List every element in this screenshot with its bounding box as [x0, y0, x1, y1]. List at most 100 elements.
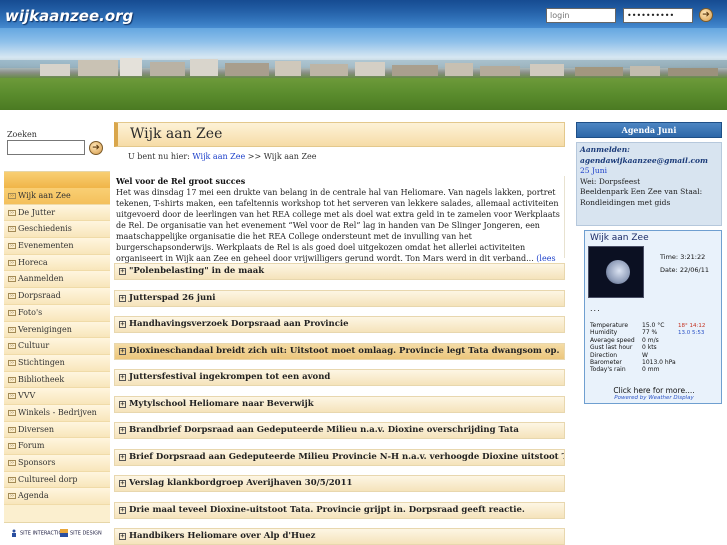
agenda-date: 25 Juni [580, 166, 607, 175]
sidebar-item[interactable]: ›› Stichtingen [4, 354, 110, 372]
sidebar-item-label: Foto's [18, 307, 43, 317]
expand-plus-icon[interactable]: + [119, 533, 126, 540]
news-item-title: Drie maal teveel Dioxine-uitstoot Tata. … [129, 504, 525, 515]
sidebar-item[interactable]: ›› Foto's [4, 304, 110, 322]
sidebar-item[interactable]: ›› Bibliotheek [4, 371, 110, 389]
search-label: Zoeken [7, 130, 37, 139]
nav-header [4, 172, 110, 188]
sidebar-item[interactable]: ›› Aanmelden [4, 271, 110, 289]
weather-value: 0 kts [642, 344, 657, 352]
featured-article: Wel voor de Rel groot succes Het was din… [116, 176, 565, 274]
site-logo[interactable]: wijkaanzee.org [5, 7, 133, 25]
sidebar-item[interactable]: ›› Dorpsraad [4, 288, 110, 305]
search-input[interactable] [7, 140, 85, 155]
password-input[interactable] [623, 8, 693, 23]
login-go-button[interactable]: ➔ [699, 8, 713, 22]
expand-plus-icon[interactable]: + [119, 268, 126, 275]
news-item[interactable]: + Jutterspad 26 juni [114, 289, 565, 307]
sidebar-item[interactable]: ›› Geschiedenis [4, 221, 110, 239]
news-item[interactable]: + Handbikers Heliomare over Alp d'Huez [114, 528, 565, 545]
weather-ellipsis: ... [590, 304, 601, 313]
expand-plus-icon[interactable]: + [119, 374, 126, 381]
news-item[interactable]: + Verslag klankbordgroep Averijhaven 30/5… [114, 475, 565, 492]
sidebar-item[interactable]: ›› Diversen [4, 421, 110, 439]
sidebar-item[interactable]: ›› Cultuur [4, 338, 110, 355]
figure-icon [12, 529, 16, 537]
news-item[interactable]: + Juttersfestival ingekrompen tot een avo… [114, 369, 565, 386]
weather-more-link[interactable]: Click here for more.... [585, 386, 723, 395]
breadcrumb-current: Wijk aan Zee [263, 152, 317, 161]
weather-widget[interactable]: Wijk aan Zee Time: 3:21:22 Date: 22/06/1… [584, 230, 722, 404]
weather-label: Barometer [590, 358, 622, 366]
weather-label: Today's rain [590, 366, 626, 374]
expand-plus-icon[interactable]: + [119, 427, 126, 434]
news-item[interactable]: + Handhavingsverzoek Dorpsraad aan Provin… [114, 316, 565, 333]
news-item-title: Mytylschool Heliomare naar Beverwijk [129, 398, 314, 409]
news-item[interactable]: + Mytylschool Heliomare naar Beverwijk [114, 395, 565, 413]
news-item-title: Verslag klankbordgroep Averijhaven 30/5/… [129, 478, 353, 488]
weather-value: 77 % [642, 329, 658, 337]
expand-plus-icon[interactable]: + [119, 506, 126, 514]
login-input[interactable] [546, 8, 616, 23]
moon-phase-image [588, 246, 644, 298]
sidebar-item[interactable]: ›› Agenda [4, 488, 110, 506]
news-item[interactable]: + Drie maal teveel Dioxine-uitstoot Tata.… [114, 501, 565, 519]
sidebar-item[interactable]: ›› Forum [4, 438, 110, 455]
sidebar-item[interactable]: ›› Cultureel dorp [4, 471, 110, 489]
sidebar-item[interactable]: ›› Wijk aan Zee [4, 188, 110, 205]
weather-row: Average speed 0 m/s [590, 337, 718, 344]
bullet-icon: ›› [8, 409, 16, 416]
agenda-email[interactable]: agendawijkaanzee@gmail.com [580, 156, 718, 167]
site-interaction-logo[interactable]: SITE INTERACTION [10, 529, 66, 537]
news-item[interactable]: + Brief Dorpsraad aan Gedeputeerde Milieu… [114, 448, 565, 466]
site-design-logo[interactable]: SITE DESIGN [60, 529, 102, 537]
sidebar-item-label: Verenigingen [18, 324, 72, 334]
sidebar-item-label: Dorpsraad [18, 291, 61, 301]
sidebar-item-label: Diversen [18, 424, 55, 434]
sidebar-item[interactable]: ›› Verenigingen [4, 321, 110, 339]
bullet-icon: ›› [8, 460, 16, 466]
weather-table: Temperature 15.0 °C 18° 14:12 Humidity 77 % 1… [590, 322, 718, 374]
news-item[interactable]: + Brandbrief Dorpsraad aan Gedeputeerde M… [114, 422, 565, 439]
news-item-title: Handhavingsverzoek Dorpsraad aan Provinc… [129, 319, 349, 329]
expand-plus-icon[interactable]: + [119, 400, 126, 408]
page-title-bar: Wijk aan Zee [114, 122, 565, 147]
sidebar-item[interactable]: ›› Winkels - Bedrijven [4, 404, 110, 422]
weather-time: Time: 3:21:22 [660, 253, 706, 261]
bullet-icon: ›› [8, 343, 16, 350]
expand-plus-icon[interactable]: + [119, 321, 126, 328]
news-item[interactable]: + Dioxineschandaal breidt zich uit: Uitst… [114, 342, 565, 360]
bullet-icon: ›› [8, 359, 16, 366]
expand-plus-icon[interactable]: + [119, 294, 126, 302]
weather-label: Gust last hour [590, 344, 633, 352]
sidebar-item-label: Horeca [18, 257, 48, 267]
news-item[interactable]: + "Polenbelasting" in de maak [114, 263, 565, 280]
sidebar-item[interactable]: ›› Horeca [4, 254, 110, 272]
expand-plus-icon[interactable]: + [119, 480, 126, 487]
right-sidebar: Agenda Juni Aanmelden: agendawijkaanzee@… [573, 120, 727, 545]
agenda-line: Rondleidingen met gids [580, 197, 671, 207]
expand-plus-icon[interactable]: + [119, 453, 126, 461]
sidebar-item[interactable]: ›› Sponsors [4, 455, 110, 472]
moon-icon [606, 260, 630, 284]
left-sidebar: Zoeken ➔ ›› Wijk aan Zee ›› De Jutter ›› Gesc… [4, 122, 110, 545]
breadcrumb-link[interactable]: Wijk aan Zee [192, 152, 245, 161]
sidebar-item[interactable]: ›› De Jutter [4, 204, 110, 222]
search-go-button[interactable]: ➔ [89, 141, 103, 155]
sidebar-item-label: Wijk aan Zee [18, 191, 71, 200]
sidebar-item-label: Sponsors [18, 458, 56, 467]
sidebar-item[interactable]: ›› VVV [4, 388, 110, 405]
news-item-title: Jutterspad 26 juni [129, 292, 216, 303]
sidebar-item[interactable]: ›› Evenementen [4, 238, 110, 255]
weather-row: Gust last hour 0 kts [590, 344, 718, 351]
sidebar-item-label: Bibliotheek [18, 374, 65, 384]
expand-plus-icon[interactable]: + [119, 347, 126, 355]
weather-row: Today's rain 0 mm [590, 366, 718, 373]
weather-value: 15.0 °C [642, 322, 665, 329]
bullet-icon: ›› [8, 393, 16, 400]
bullet-icon: ›› [8, 443, 16, 450]
weather-row: Temperature 15.0 °C 18° 14:12 [590, 322, 718, 329]
sidebar-item-label: Aanmelden [18, 274, 64, 284]
news-item-title: Brandbrief Dorpsraad aan Gedeputeerde Mi… [129, 425, 519, 435]
bullet-icon: ›› [8, 259, 16, 266]
